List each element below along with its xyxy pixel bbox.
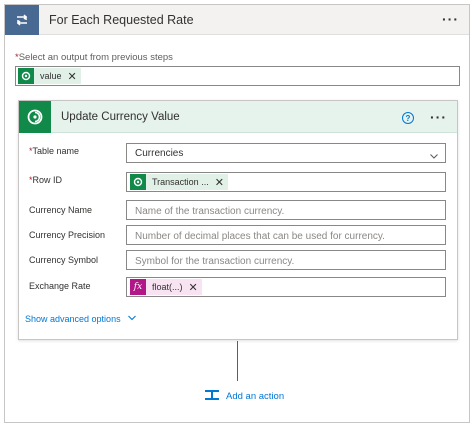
dataverse-icon	[18, 68, 34, 84]
action-more-icon[interactable]: ···	[430, 109, 447, 125]
value-token[interactable]: value ✕	[18, 68, 81, 84]
currency-symbol-field[interactable]	[126, 250, 446, 271]
transaction-token-label: Transaction ...	[152, 177, 209, 187]
exchange-rate-field[interactable]: fx float(...) ✕	[126, 277, 446, 297]
currency-name-input[interactable]	[127, 202, 445, 221]
currency-precision-input[interactable]	[127, 227, 445, 246]
show-advanced-options-link[interactable]: Show advanced options	[25, 314, 137, 324]
row-id-label-text: Row ID	[32, 175, 63, 185]
value-token-label: value	[40, 71, 62, 81]
currency-name-label: Currency Name	[29, 205, 93, 215]
advanced-label: Show advanced options	[25, 314, 121, 324]
currency-precision-field[interactable]	[126, 225, 446, 246]
apply-to-each-card: For Each Requested Rate ··· *Select an o…	[4, 4, 470, 423]
table-name-label-text: Table name	[32, 146, 80, 156]
output-label-text: Select an output from previous steps	[18, 52, 173, 63]
remove-icon[interactable]: ✕	[68, 70, 81, 83]
dataverse-icon	[130, 174, 146, 190]
table-name-select[interactable]: Currencies	[126, 143, 446, 163]
currency-precision-label: Currency Precision	[29, 230, 106, 240]
row-id-label: *Row ID	[29, 175, 62, 185]
output-field[interactable]: value ✕	[15, 66, 460, 86]
loop-header[interactable]: For Each Requested Rate ···	[5, 5, 469, 35]
remove-icon[interactable]: ✕	[189, 281, 202, 294]
add-action-icon	[204, 387, 220, 406]
loop-more-icon[interactable]: ···	[442, 11, 459, 27]
exchange-rate-label: Exchange Rate	[29, 281, 91, 291]
help-icon[interactable]: ?	[402, 112, 414, 124]
loop-icon	[5, 5, 39, 35]
dataverse-icon	[19, 101, 51, 133]
chevron-down-icon	[127, 314, 137, 324]
add-action-label: Add an action	[226, 391, 285, 402]
loop-title: For Each Requested Rate	[49, 13, 194, 27]
transaction-token[interactable]: Transaction ... ✕	[130, 174, 228, 190]
remove-icon[interactable]: ✕	[215, 176, 228, 189]
add-action-button[interactable]: Add an action	[204, 387, 284, 406]
action-title: Update Currency Value	[61, 111, 180, 123]
row-id-field[interactable]: Transaction ... ✕	[126, 172, 446, 192]
currency-name-field[interactable]	[126, 200, 446, 221]
fx-icon: fx	[130, 279, 146, 295]
float-expression-token[interactable]: fx float(...) ✕	[130, 279, 202, 295]
connector-line	[237, 341, 238, 381]
action-header[interactable]: Update Currency Value ? ···	[19, 101, 457, 133]
table-name-label: *Table name	[29, 146, 79, 156]
chevron-down-icon[interactable]	[429, 148, 439, 166]
currency-symbol-input[interactable]	[127, 252, 445, 271]
output-label: *Select an output from previous steps	[15, 52, 173, 63]
float-token-label: float(...)	[152, 282, 183, 292]
update-row-action-card: Update Currency Value ? ··· *Table name …	[18, 100, 458, 340]
table-name-value: Currencies	[135, 148, 184, 159]
currency-symbol-label: Currency Symbol	[29, 255, 99, 265]
